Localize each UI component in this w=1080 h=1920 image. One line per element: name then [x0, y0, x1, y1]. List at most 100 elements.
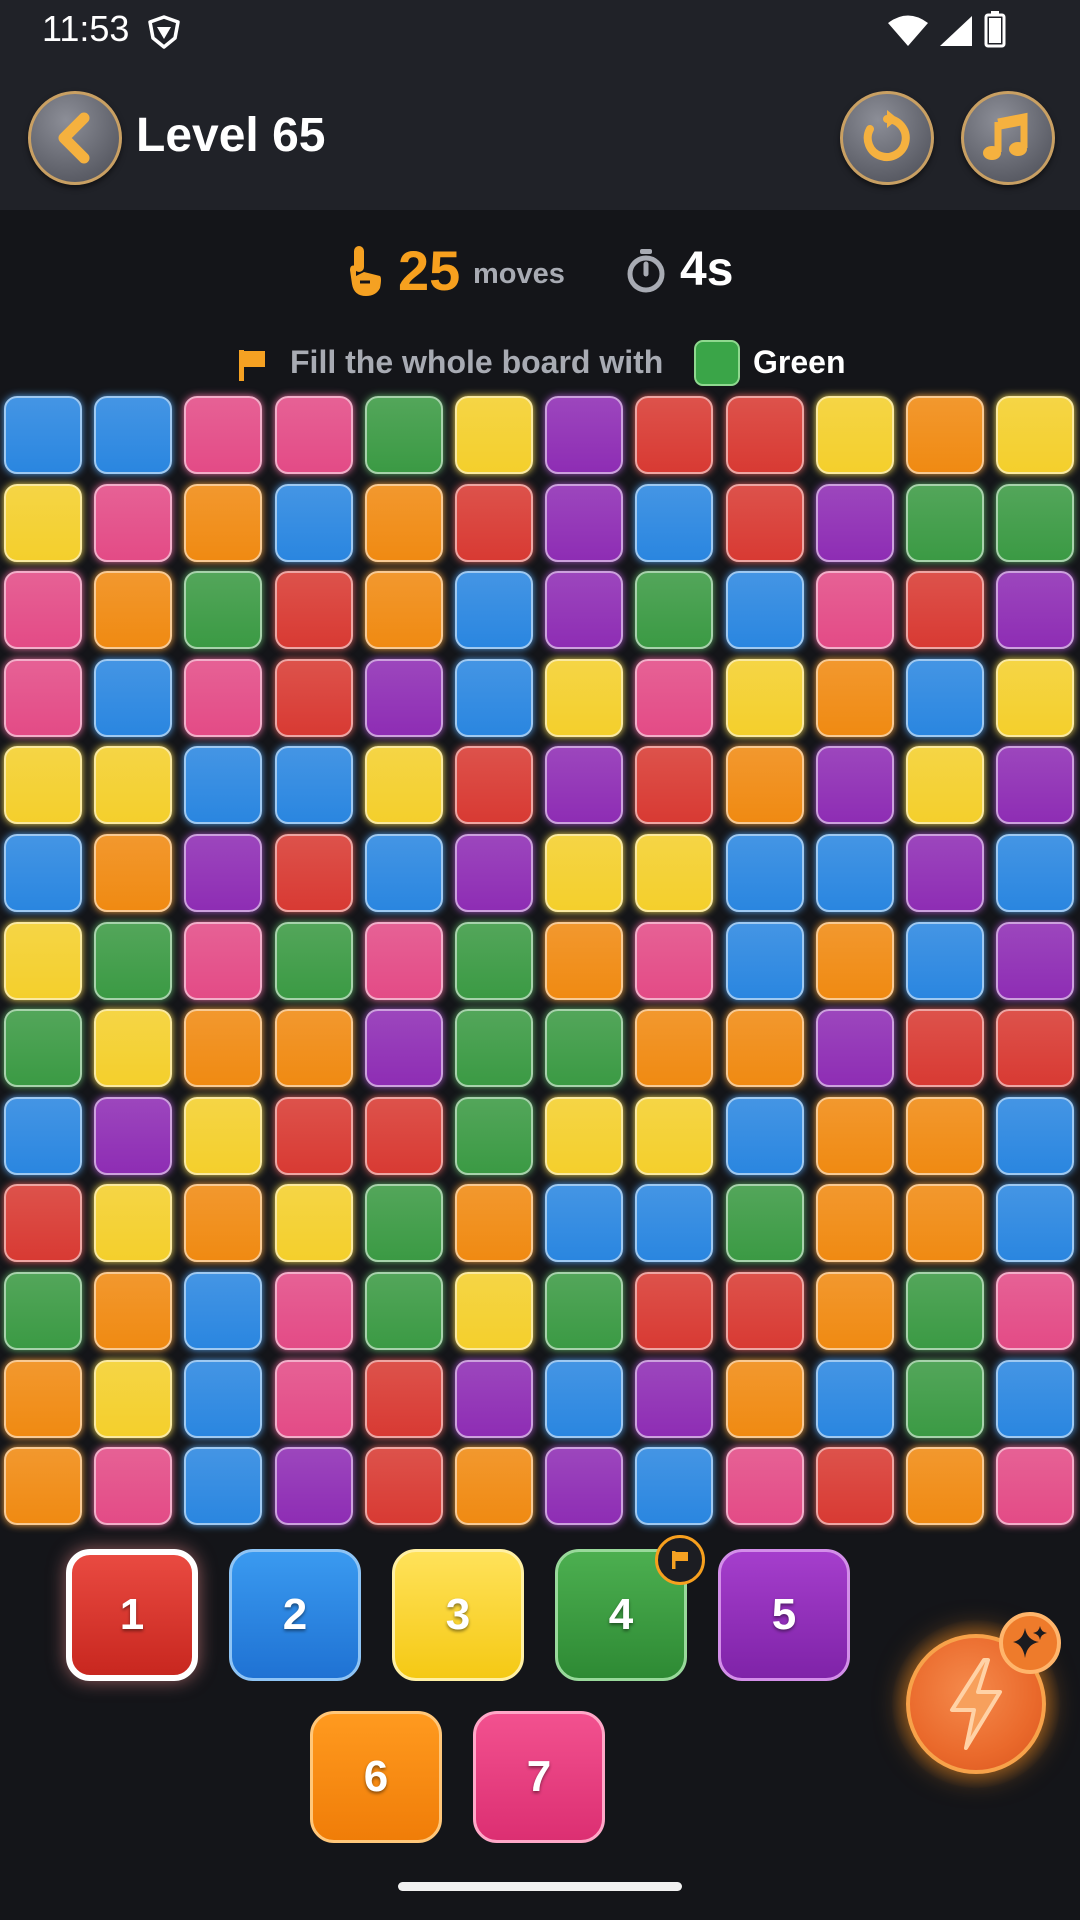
board-tile-blue	[635, 484, 713, 562]
board-tile-blue	[816, 834, 894, 912]
board-tile-orange	[635, 1009, 713, 1087]
board-tile-green	[4, 1272, 82, 1350]
board-tile-green	[184, 571, 262, 649]
cell-signal-icon	[940, 16, 972, 46]
goal-color-name: Green	[753, 344, 846, 380]
palette-button-red[interactable]: 1	[66, 1549, 198, 1681]
board-tile-orange	[545, 922, 623, 1000]
board-tile-blue	[906, 659, 984, 737]
board-tile-yellow	[545, 834, 623, 912]
board-tile-green	[545, 1272, 623, 1350]
board-tile-pink	[94, 1447, 172, 1525]
board-tile-purple	[545, 571, 623, 649]
board-tile-orange	[816, 1272, 894, 1350]
board-tile-red	[455, 484, 533, 562]
board-tile-green	[545, 1009, 623, 1087]
sparkle-icon	[1013, 1626, 1047, 1658]
goal-banner: Fill the whole board with Green	[0, 338, 1080, 390]
board-tile-orange	[365, 484, 443, 562]
board-tile-orange	[906, 396, 984, 474]
board-tile-pink	[635, 922, 713, 1000]
board-tile-orange	[816, 659, 894, 737]
board-tile-yellow	[4, 746, 82, 824]
board-tile-orange	[455, 1447, 533, 1525]
flag-icon	[239, 350, 265, 381]
board-tile-blue	[184, 1272, 262, 1350]
back-button[interactable]	[28, 91, 122, 185]
board-tile-yellow	[996, 659, 1074, 737]
board-tile-blue	[455, 571, 533, 649]
palette-button-purple[interactable]: 5	[718, 1549, 850, 1681]
board-tile-blue	[184, 1360, 262, 1438]
restart-button[interactable]	[840, 91, 934, 185]
board-tile-blue	[184, 746, 262, 824]
board-tile-red	[726, 396, 804, 474]
home-indicator[interactable]	[398, 1882, 682, 1891]
board-tile-red	[365, 1360, 443, 1438]
board-tile-pink	[275, 1360, 353, 1438]
board-tile-yellow	[94, 1009, 172, 1087]
board-tile-pink	[94, 484, 172, 562]
palette-number: 1	[119, 1590, 145, 1639]
battery-icon	[984, 11, 1006, 48]
board-tile-purple	[545, 484, 623, 562]
timer-value: 4s	[680, 243, 734, 296]
board-tile-blue	[635, 1184, 713, 1262]
board-tile-blue	[94, 659, 172, 737]
board-tile-blue	[816, 1360, 894, 1438]
board-tile-red	[635, 1272, 713, 1350]
palette-button-pink[interactable]: 7	[473, 1711, 605, 1843]
board-tile-green	[726, 1184, 804, 1262]
palette-button-blue[interactable]: 2	[229, 1549, 361, 1681]
board-tile-purple	[275, 1447, 353, 1525]
palette-number: 5	[771, 1590, 797, 1639]
board-tile-red	[275, 571, 353, 649]
board-tile-pink	[4, 571, 82, 649]
board-tile-purple	[365, 659, 443, 737]
board-tile-orange	[726, 1009, 804, 1087]
board-tile-blue	[4, 834, 82, 912]
board-tile-purple	[635, 1360, 713, 1438]
palette-number: 2	[282, 1590, 308, 1639]
board-tile-red	[726, 484, 804, 562]
flag-icon	[672, 1551, 688, 1569]
palette-number: 7	[526, 1752, 552, 1801]
target-flag-badge	[655, 1535, 705, 1585]
goal-text: Fill the whole board with	[290, 344, 664, 380]
board-tile-yellow	[545, 659, 623, 737]
status-bar: 11:53	[0, 0, 1080, 64]
board-tile-purple	[816, 746, 894, 824]
board-tile-orange	[275, 1009, 353, 1087]
board-tile-green	[365, 1272, 443, 1350]
board-tile-orange	[906, 1097, 984, 1175]
board-tile-purple	[365, 1009, 443, 1087]
palette-button-orange[interactable]: 6	[310, 1711, 442, 1843]
palette-button-yellow[interactable]: 3	[392, 1549, 524, 1681]
board-tile-red	[635, 746, 713, 824]
board-tile-red	[455, 746, 533, 824]
board-tile-pink	[275, 396, 353, 474]
stopwatch-icon	[627, 249, 665, 293]
board-tile-blue	[726, 922, 804, 1000]
board-tile-green	[455, 922, 533, 1000]
board-tile-pink	[184, 659, 262, 737]
board-tile-green	[94, 922, 172, 1000]
board-tile-orange	[184, 1184, 262, 1262]
board-tile-purple	[455, 834, 533, 912]
board-tile-yellow	[996, 396, 1074, 474]
board-tile-red	[275, 1097, 353, 1175]
board-tile-red	[996, 1009, 1074, 1087]
music-button[interactable]	[961, 91, 1055, 185]
board-tile-purple	[996, 571, 1074, 649]
board-tile-green	[906, 484, 984, 562]
palette-number: 3	[445, 1590, 471, 1639]
board-tile-yellow	[726, 659, 804, 737]
board-tile-blue	[4, 396, 82, 474]
board-tile-purple	[996, 746, 1074, 824]
board-tile-orange	[726, 746, 804, 824]
board-tile-blue	[906, 922, 984, 1000]
board-tile-yellow	[635, 1097, 713, 1175]
board-tile-blue	[94, 396, 172, 474]
board-tile-orange	[365, 571, 443, 649]
board-tile-yellow	[545, 1097, 623, 1175]
